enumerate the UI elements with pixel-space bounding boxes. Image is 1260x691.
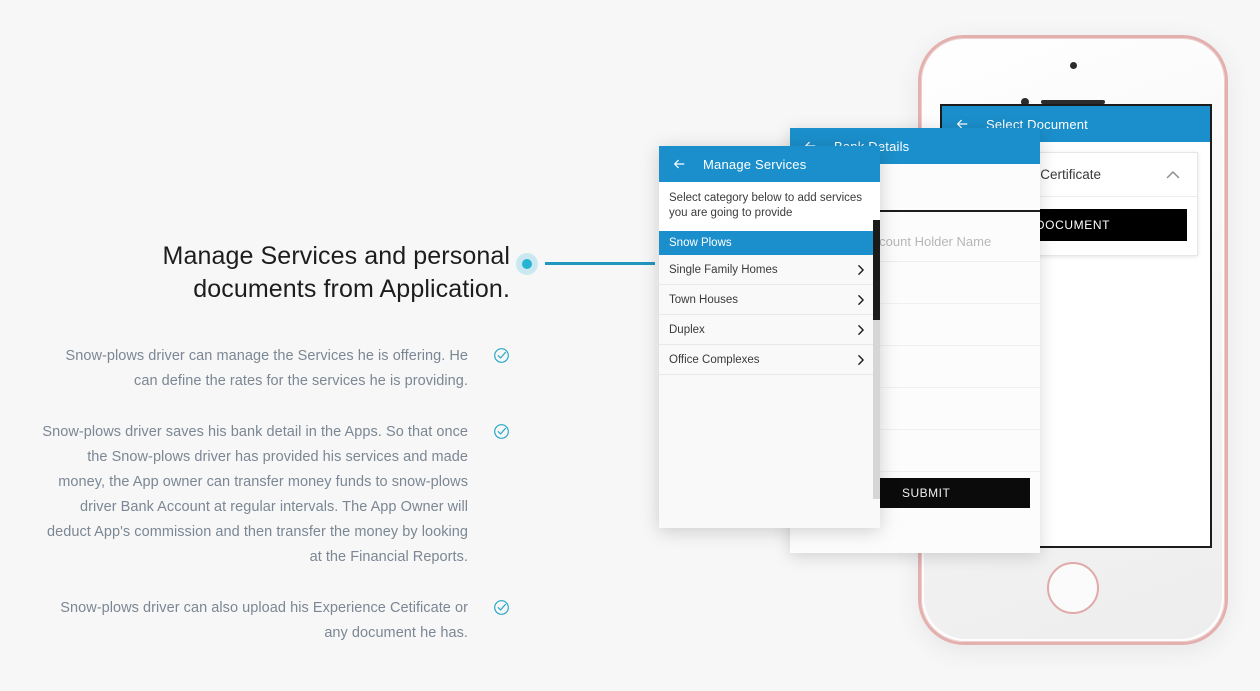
feature-bullet-text: Snow-plows driver saves his bank detail … — [42, 424, 468, 565]
check-circle-icon — [493, 423, 510, 440]
category-item[interactable]: Single Family Homes — [659, 255, 880, 285]
category-item[interactable]: Town Houses — [659, 285, 880, 315]
category-item-label: Town Houses — [669, 293, 739, 306]
category-item[interactable]: Office Complexes — [659, 345, 880, 375]
submit-button[interactable]: SUBMIT — [880, 478, 1030, 508]
connector-line — [545, 262, 655, 265]
feature-bullet: Snow-plows driver can manage the Service… — [40, 344, 510, 394]
page-title: Manage Services and personal documents f… — [40, 240, 510, 306]
category-item-selected[interactable]: Snow Plows — [659, 231, 880, 255]
chevron-right-icon[interactable] — [854, 263, 868, 277]
page-root: Manage Services and personal documents f… — [0, 0, 1260, 691]
category-item-label: Snow Plows — [669, 237, 732, 249]
appbar-title: Manage Services — [703, 156, 807, 172]
appbar-manage-services: Manage Services — [659, 146, 880, 182]
scrollbar-thumb[interactable] — [873, 220, 880, 320]
chevron-right-icon[interactable] — [854, 353, 868, 367]
category-item-label: Duplex — [669, 323, 705, 336]
feature-bullet-text: Snow-plows driver can manage the Service… — [65, 348, 468, 389]
check-circle-icon — [493, 599, 510, 616]
connector-dot-core — [522, 259, 532, 269]
headline-line-1: Manage Services and personal — [162, 242, 510, 270]
check-circle-icon — [493, 347, 510, 364]
front-camera-icon — [1069, 62, 1077, 69]
home-button[interactable] — [1047, 562, 1099, 614]
feature-bullet: Snow-plows driver saves his bank detail … — [40, 420, 510, 570]
connector-dot — [516, 253, 538, 275]
category-item-label: Single Family Homes — [669, 263, 778, 276]
category-item-label: Office Complexes — [669, 353, 760, 366]
feature-bullet-text: Snow-plows driver can also upload his Ex… — [60, 600, 468, 641]
chevron-up-icon[interactable] — [1163, 165, 1183, 185]
feature-bullet: Snow-plows driver can also upload his Ex… — [40, 596, 510, 646]
card-manage-services: Manage Services Select category below to… — [659, 146, 880, 528]
back-arrow-icon[interactable] — [671, 156, 687, 172]
account-holder-name-placeholder: Account Holder Name — [864, 234, 992, 249]
submit-button-label: SUBMIT — [902, 486, 951, 500]
manage-services-hint: Select category below to add services yo… — [659, 182, 880, 231]
chevron-right-icon[interactable] — [854, 293, 868, 307]
feature-copy-block: Manage Services and personal documents f… — [40, 240, 510, 646]
chevron-right-icon[interactable] — [854, 323, 868, 337]
headline-line-2: documents from Application. — [193, 275, 510, 303]
category-item[interactable]: Duplex — [659, 315, 880, 345]
